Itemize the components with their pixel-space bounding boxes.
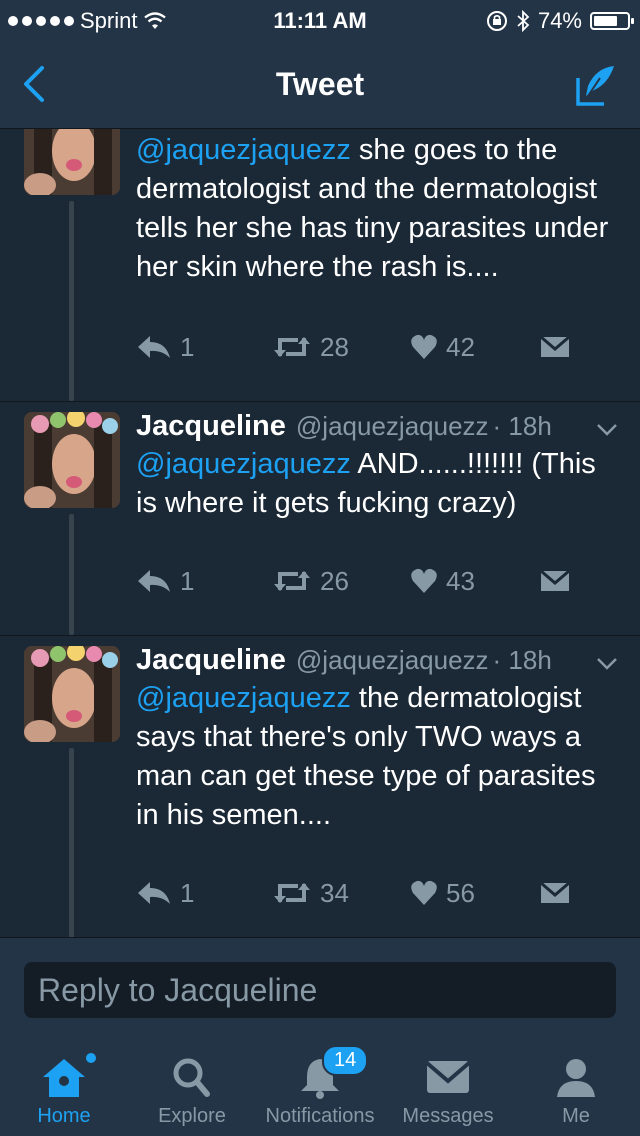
retweet-button[interactable]: 34 [272,878,349,909]
notification-count-badge: 14 [322,1045,369,1076]
heart-icon [411,880,437,905]
display-name[interactable]: Jacqueline [136,644,286,677]
tab-bar: Home Explore 14 Notifications Messages M… [0,1037,640,1136]
retweet-count: 34 [320,877,349,908]
tab-label: Explore [158,1105,226,1127]
reply-button[interactable]: 1 [136,566,194,597]
search-icon [173,1058,210,1097]
reply-count: 1 [180,331,195,362]
tab-notifications[interactable]: 14 Notifications [256,1037,384,1136]
like-button[interactable]: 56 [410,878,475,909]
reply-button[interactable]: 1 [136,332,194,363]
like-button[interactable]: 43 [410,566,475,597]
retweet-count: 26 [320,565,349,596]
direct-message-button[interactable] [540,569,570,593]
battery-icon [590,12,634,30]
thread-connector [69,201,74,401]
envelope-icon [425,1061,471,1093]
direct-message-button[interactable] [540,335,570,359]
username[interactable]: @jaquezjaquezz [296,411,489,442]
retweet-button[interactable]: 26 [272,566,349,597]
tab-label: Home [37,1105,91,1127]
orientation-lock-icon [486,11,507,31]
tab-home[interactable]: Home [0,1037,128,1136]
tweet-header: Jacqueline @jaquezjaquezz · 18h [136,644,620,677]
reply-count: 1 [180,877,195,908]
bluetooth-icon [517,10,530,32]
avatar[interactable] [24,646,120,742]
reply-bar: Reply to Jacqueline [0,937,640,1038]
like-count: 56 [446,877,475,908]
chevron-down-icon[interactable] [594,650,620,676]
tab-label: Messages [402,1105,494,1127]
reply-input[interactable]: Reply to Jacqueline [24,962,616,1018]
timestamp: · 18h [492,645,552,675]
tab-me[interactable]: Me [512,1037,640,1136]
display-name[interactable]: Jacqueline [136,410,286,443]
thread-connector [69,514,74,635]
envelope-icon [540,881,570,903]
tab-label: Notifications [265,1105,375,1127]
tweet[interactable]: Jacqueline @jaquezjaquezz · 18h @jaquezj… [0,636,640,937]
new-content-dot [86,1053,96,1063]
battery-percent: 74% [537,8,582,33]
reply-icon [138,336,170,358]
tweet-text: @jaquezjaquezz the dermatologist says th… [136,682,596,831]
reply-icon [138,570,170,592]
thread-connector [69,748,74,937]
like-count: 42 [446,331,475,362]
tab-messages[interactable]: Messages [384,1037,512,1136]
timestamp: · 18h [492,411,552,441]
envelope-icon [540,335,570,357]
status-right: 74% [486,8,634,34]
tab-label: Me [562,1105,590,1127]
retweet-icon [274,571,310,591]
navigation-bar: Tweet [0,40,640,129]
tweet-header: Jacqueline @jaquezjaquezz · 18h [136,410,620,443]
like-count: 43 [446,565,475,596]
tweet-text: @jaquezjaquezz she goes to the dermatolo… [136,134,609,283]
mention-link[interactable]: @jaquezjaquezz [136,448,351,480]
mention-link[interactable]: @jaquezjaquezz [136,682,351,714]
direct-message-button[interactable] [540,881,570,905]
retweet-icon [274,337,310,357]
mention-link[interactable]: @jaquezjaquezz [136,134,351,166]
heart-icon [411,334,437,359]
avatar[interactable] [24,412,120,508]
tweet-thread: @jaquezjaquezz she goes to the dermatolo… [0,129,640,937]
retweet-button[interactable]: 28 [272,332,349,363]
reply-count: 1 [180,565,195,596]
compose-tweet-button[interactable] [574,62,620,108]
tweet-text: @jaquezjaquezz AND......!!!!!!! (This is… [136,448,596,519]
page-title: Tweet [275,66,365,102]
username[interactable]: @jaquezjaquezz [296,645,489,676]
like-button[interactable]: 42 [410,332,475,363]
home-icon [43,1059,85,1097]
chevron-down-icon[interactable] [594,416,620,442]
status-bar: Sprint 11:11 AM 74% [0,0,640,40]
envelope-icon [540,569,570,591]
retweet-count: 28 [320,331,349,362]
tab-explore[interactable]: Explore [128,1037,256,1136]
person-icon [557,1059,595,1097]
tweet[interactable]: Jacqueline @jaquezjaquezz · 18h @jaquezj… [0,402,640,636]
heart-icon [411,568,437,593]
avatar[interactable] [24,129,120,195]
reply-icon [138,882,170,904]
reply-button[interactable]: 1 [136,878,194,909]
tweet[interactable]: @jaquezjaquezz she goes to the dermatolo… [0,129,640,402]
retweet-icon [274,883,310,903]
